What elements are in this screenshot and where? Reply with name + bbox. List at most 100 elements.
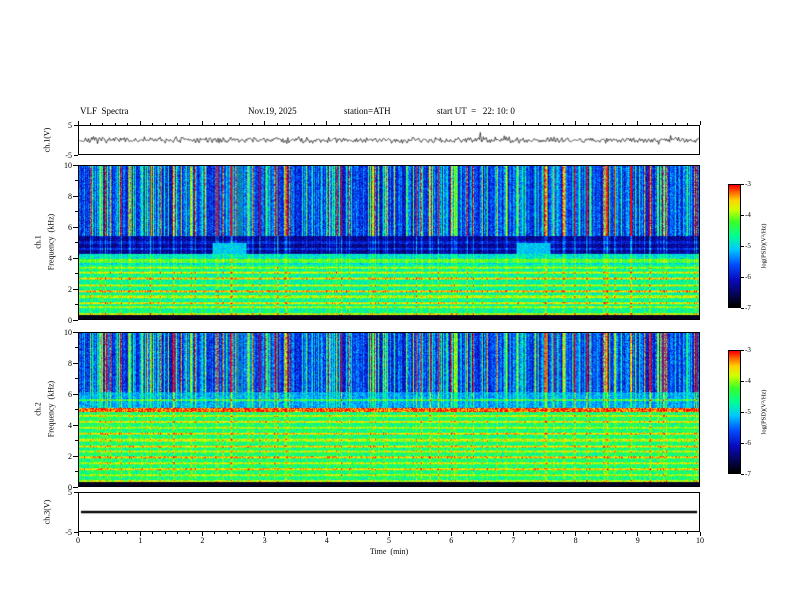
time-minor-tick-top [376, 123, 378, 125]
ch2-colorbar-tick [741, 411, 744, 413]
ch1-freq-major-tick [73, 288, 78, 290]
time-tick-label: 10 [696, 536, 704, 545]
time-minor-tick [152, 532, 154, 534]
ch2-freq-tick-label: 4 [68, 420, 72, 430]
plot-station: station=ATH [344, 106, 391, 116]
ch2-freq-minor-tick [75, 409, 78, 410]
time-minor-tick [624, 532, 626, 534]
ch1-colorbar-tick [741, 307, 744, 309]
time-minor-tick [89, 532, 91, 534]
time-minor-tick-top [413, 123, 415, 125]
ch2-freq-minor-tick [75, 378, 78, 379]
ch1-freq-tick-label: 2 [68, 284, 72, 294]
time-minor-tick [251, 532, 253, 534]
ch1-freq-major-tick [73, 257, 78, 259]
time-minor-tick-top [189, 123, 191, 125]
time-minor-tick-top [177, 123, 179, 125]
time-tick-label: 7 [511, 536, 516, 545]
time-minor-tick [475, 532, 477, 534]
time-minor-tick-top [550, 123, 552, 125]
time-minor-tick-top [313, 123, 315, 125]
ch1-freq-minor-tick [75, 304, 78, 305]
time-tick-label: 5 [387, 536, 391, 545]
ch1-colorbar-tick [741, 183, 744, 185]
ch2-spectrogram-panel [78, 332, 700, 487]
ch2-freq-major-tick [73, 455, 78, 457]
time-tick-label: 9 [635, 536, 640, 545]
time-minor-tick-top [562, 123, 564, 125]
time-axis-label: Time (min) [369, 547, 409, 556]
ch2-colorbar-tick-label: -7 [745, 470, 751, 478]
ch1-colorbar [728, 184, 741, 308]
time-minor-tick [537, 532, 539, 534]
ch1-colorbar-tick-label: -3 [745, 180, 751, 188]
ch1-spectrogram-panel [78, 165, 700, 320]
time-minor-tick-top [599, 123, 601, 125]
time-minor-tick-top [288, 123, 290, 125]
ch2-channel-label: ch.2 [33, 402, 43, 416]
ch1-freq-minor-tick [75, 180, 78, 181]
time-minor-tick-top [425, 123, 427, 125]
ch2-freq-major-tick [73, 486, 78, 488]
ch3-voltage-tick-label: -5 [65, 527, 72, 537]
ch2-colorbar [728, 350, 741, 474]
time-minor-tick-top [214, 123, 216, 125]
ch1-colorbar-tick-label: -7 [745, 304, 751, 312]
time-minor-tick [164, 532, 166, 534]
ch3-voltage-tick-label: 5 [68, 487, 72, 497]
time-minor-tick [649, 532, 651, 534]
time-minor-tick-top [351, 123, 353, 125]
time-minor-tick [400, 532, 402, 534]
ch2-freq-tick-label: 8 [68, 358, 72, 368]
time-major-tick-top [264, 121, 266, 125]
ch2-colorbar-tick [741, 442, 744, 444]
ch1-voltage-axis-label: ch.1(V) [42, 127, 52, 153]
time-minor-tick-top [525, 123, 527, 125]
ch1-freq-tick-label: 0 [68, 315, 72, 325]
time-minor-tick-top [301, 123, 303, 125]
ch3-voltage-axis-label: ch.3(V) [42, 499, 52, 525]
time-minor-tick [114, 532, 116, 534]
time-minor-tick-top [438, 123, 440, 125]
time-minor-tick [488, 532, 490, 534]
time-minor-tick [276, 532, 278, 534]
time-minor-tick [425, 532, 427, 534]
ch1-voltage-tick-label: -5 [65, 150, 72, 160]
time-minor-tick-top [363, 123, 365, 125]
time-minor-tick [687, 532, 689, 534]
time-minor-tick-top [624, 123, 626, 125]
ch2-freq-minor-tick [75, 471, 78, 472]
time-minor-tick [662, 532, 664, 534]
time-minor-tick [599, 532, 601, 534]
time-minor-tick-top [687, 123, 689, 125]
time-minor-tick-top [102, 123, 104, 125]
time-tick-label: 2 [200, 536, 205, 545]
time-minor-tick [239, 532, 241, 534]
time-minor-tick-top [226, 123, 228, 125]
time-tick-label: 3 [262, 536, 267, 545]
ch3-voltage-tick [74, 531, 78, 533]
time-minor-tick [674, 532, 676, 534]
time-minor-tick-top [239, 123, 241, 125]
ch1-freq-tick-label: 8 [68, 191, 72, 201]
ch1-colorbar-tick-label: -6 [745, 273, 751, 281]
time-minor-tick-top [500, 123, 502, 125]
ch2-colorbar-tick [741, 380, 744, 382]
ch2-freq-major-tick [73, 424, 78, 426]
time-minor-tick [338, 532, 340, 534]
ch1-colorbar-tick [741, 245, 744, 247]
ch1-freq-major-tick [73, 226, 78, 228]
time-minor-tick [288, 532, 290, 534]
ch1-freq-major-tick [73, 319, 78, 321]
ch1-colorbar-tick [741, 214, 744, 216]
time-minor-tick-top [152, 123, 154, 125]
time-minor-tick [177, 532, 179, 534]
time-minor-tick [301, 532, 303, 534]
time-minor-tick [587, 532, 589, 534]
time-major-tick-top [699, 121, 701, 125]
time-minor-tick [102, 532, 104, 534]
time-major-tick-top [139, 121, 141, 125]
time-tick-label: 1 [138, 536, 143, 545]
time-major-tick-top [450, 121, 452, 125]
time-minor-tick-top [89, 123, 91, 125]
